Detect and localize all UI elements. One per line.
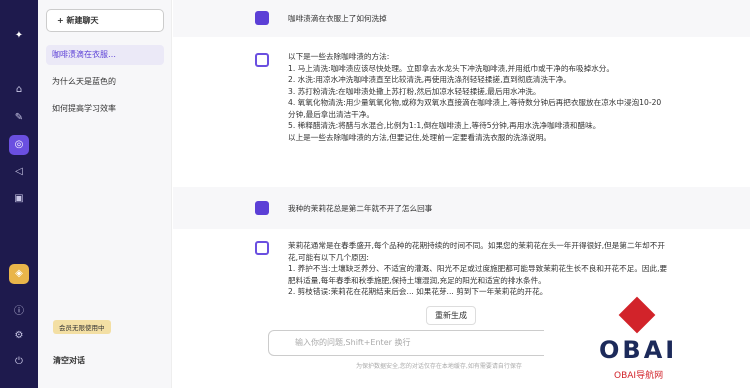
vip-badge: 会员无限使用中	[53, 320, 111, 334]
vip-icon[interactable]: ◈	[9, 264, 29, 284]
sidebar-item-coffee[interactable]: 咖啡渍滴在衣服…	[46, 45, 164, 65]
user-avatar	[255, 11, 269, 25]
new-chat-button[interactable]: + 新建聊天	[46, 9, 164, 32]
watermark-logo: OBAI OBAI导航网	[544, 296, 750, 388]
logo-brand: OBAI	[599, 336, 678, 364]
clear-chat-button[interactable]: 清空对话	[53, 355, 85, 366]
answer-text: 以下是一些去除咖啡渍的方法: 1. 马上清洗:咖啡渍应该尽快处理。立即拿去水龙头…	[288, 52, 662, 142]
app-logo-icon: ✦	[14, 30, 24, 41]
image-icon[interactable]: ▣	[9, 189, 29, 209]
send-icon[interactable]: ◁	[9, 162, 29, 182]
user-avatar	[255, 201, 269, 215]
ai-avatar	[255, 53, 269, 67]
regenerate-button[interactable]: 重新生成	[426, 306, 476, 325]
answer-text: 茉莉花通常是在春季盛开,每个品种的花期持续的时间不同。如果您的茉莉花在头一年开得…	[288, 241, 668, 296]
edit-icon[interactable]: ✎	[9, 108, 29, 128]
power-icon[interactable]: ⏻	[9, 352, 29, 372]
question-row: 咖啡渍滴在衣服上了如何洗掉	[173, 0, 750, 37]
icon-rail: ✦ ⌂ ✎ ◎ ◁ ▣ ◈ ⓘ ⚙ ⏻	[0, 0, 38, 388]
footer-note: 为保护数据安全,您的对话仅存在本地缓存,如有需要请自行保存	[356, 363, 522, 370]
sidebar: + 新建聊天 咖啡渍滴在衣服… 为什么天是蓝色的 如何提高学习效率 会员无限使用…	[38, 0, 172, 388]
question-text: 我种的茉莉花总是第二年就不开了怎么回事	[288, 204, 433, 213]
home-icon[interactable]: ⌂	[9, 80, 29, 100]
logo-subtitle: OBAI导航网	[614, 371, 664, 381]
question-text: 咖啡渍滴在衣服上了如何洗掉	[288, 14, 387, 23]
sidebar-item-sky[interactable]: 为什么天是蓝色的	[46, 72, 164, 92]
sidebar-item-study[interactable]: 如何提高学习效率	[46, 99, 164, 119]
ai-avatar	[255, 241, 269, 255]
chat-icon[interactable]: ◎	[9, 135, 29, 155]
cube-icon	[618, 296, 656, 334]
settings-icon[interactable]: ⚙	[9, 326, 29, 346]
question-row: 我种的茉莉花总是第二年就不开了怎么回事	[173, 187, 750, 229]
info-icon[interactable]: ⓘ	[9, 302, 29, 322]
answer-row: 以下是一些去除咖啡渍的方法: 1. 马上清洗:咖啡渍应该尽快处理。立即拿去水龙头…	[173, 37, 750, 187]
